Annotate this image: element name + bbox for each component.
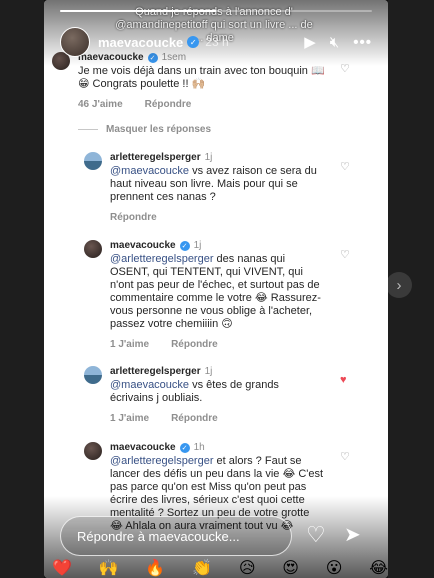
emoji-reaction-row: ❤️ 🙌 🔥 👏 😥 😍 😮 😂: [52, 558, 388, 578]
comment-age: 1j: [204, 152, 213, 163]
hide-replies-label: Masquer les réponses: [106, 124, 212, 135]
chevron-right-icon: ›: [396, 276, 402, 294]
send-icon[interactable]: ➤: [344, 522, 361, 547]
mention-link[interactable]: @maevacoucke: [110, 379, 189, 391]
mute-icon[interactable]: 🔇︎: [330, 34, 339, 51]
comment-text: Je me vois déjà dans un train avec ton b…: [78, 65, 325, 90]
play-icon[interactable]: ▶: [304, 33, 316, 51]
comment-item: arletteregelsperger 1j @maevacoucke vs av…: [84, 152, 334, 223]
comment-username[interactable]: arletteregelsperger: [110, 366, 201, 377]
story-viewer[interactable]: maevacoucke✓1sem Je me vois déjà dans un…: [44, 0, 388, 578]
emoji-reaction[interactable]: 👏: [192, 558, 212, 578]
reply-input[interactable]: Répondre à maevacoucke...: [60, 516, 292, 556]
mention-link[interactable]: @maevacoucke: [110, 165, 189, 177]
like-count[interactable]: 46 J'aime: [78, 99, 123, 110]
avatar[interactable]: [84, 240, 102, 258]
heart-icon[interactable]: ♡: [306, 522, 326, 548]
emoji-reaction[interactable]: 😥: [239, 558, 256, 578]
hide-replies-toggle[interactable]: Masquer les réponses: [78, 124, 211, 135]
comment-item: arletteregelsperger 1j @maevacoucke vs êt…: [84, 366, 334, 424]
liked-heart-icon[interactable]: ♥: [340, 374, 347, 386]
like-heart-icon[interactable]: ♡: [340, 160, 350, 173]
story-progress-fill: [60, 10, 216, 12]
comment-username[interactable]: maevacoucke: [110, 240, 176, 251]
reply-placeholder: Répondre à maevacoucke...: [77, 528, 240, 544]
emoji-reaction[interactable]: 🙌: [99, 558, 119, 578]
story-avatar[interactable]: [60, 27, 90, 57]
story-username[interactable]: maevacoucke: [98, 35, 183, 50]
comment-username[interactable]: maevacoucke: [110, 442, 176, 453]
like-count[interactable]: 1 J'aime: [110, 413, 149, 424]
like-count[interactable]: 1 J'aime: [110, 339, 149, 350]
mention-link[interactable]: @arletteregelsperger: [110, 455, 214, 467]
avatar[interactable]: [84, 366, 102, 384]
story-time: 23 h: [205, 35, 229, 49]
comment-username[interactable]: arletteregelsperger: [110, 152, 201, 163]
emoji-reaction[interactable]: 🔥: [145, 558, 165, 578]
avatar[interactable]: [84, 152, 102, 170]
reply-button[interactable]: Répondre: [110, 212, 157, 223]
comment-item: maevacoucke ✓ 1j @arletteregelsperger des …: [84, 240, 334, 350]
verified-badge-icon: ✓: [179, 442, 190, 453]
emoji-reaction[interactable]: 😍: [282, 558, 299, 578]
verified-badge-icon: ✓: [179, 240, 190, 251]
more-icon[interactable]: •••: [353, 34, 372, 51]
comment-age: 1j: [204, 366, 213, 377]
comment-age: 1h: [193, 442, 205, 453]
story-header: maevacoucke ✓ 23 h ▶ 🔇︎ •••: [60, 26, 372, 58]
reply-button[interactable]: Répondre: [171, 413, 218, 424]
left-backdrop: [0, 0, 44, 578]
reply-button[interactable]: Répondre: [145, 99, 192, 110]
emoji-reaction[interactable]: 😮: [326, 558, 343, 578]
next-story-button[interactable]: ›: [386, 272, 412, 298]
story-progress-bar: [60, 10, 372, 12]
verified-badge-icon: ✓: [187, 36, 200, 48]
reply-button[interactable]: Répondre: [171, 339, 218, 350]
comment-age: 1j: [193, 240, 202, 251]
mention-link[interactable]: @arletteregelsperger: [110, 253, 214, 265]
emoji-reaction[interactable]: 😂: [369, 558, 388, 578]
like-heart-icon[interactable]: ♡: [340, 248, 350, 261]
emoji-reaction[interactable]: ❤️: [52, 558, 72, 578]
like-heart-icon[interactable]: ♡: [340, 450, 350, 463]
divider: [78, 129, 98, 130]
avatar[interactable]: [84, 442, 102, 460]
